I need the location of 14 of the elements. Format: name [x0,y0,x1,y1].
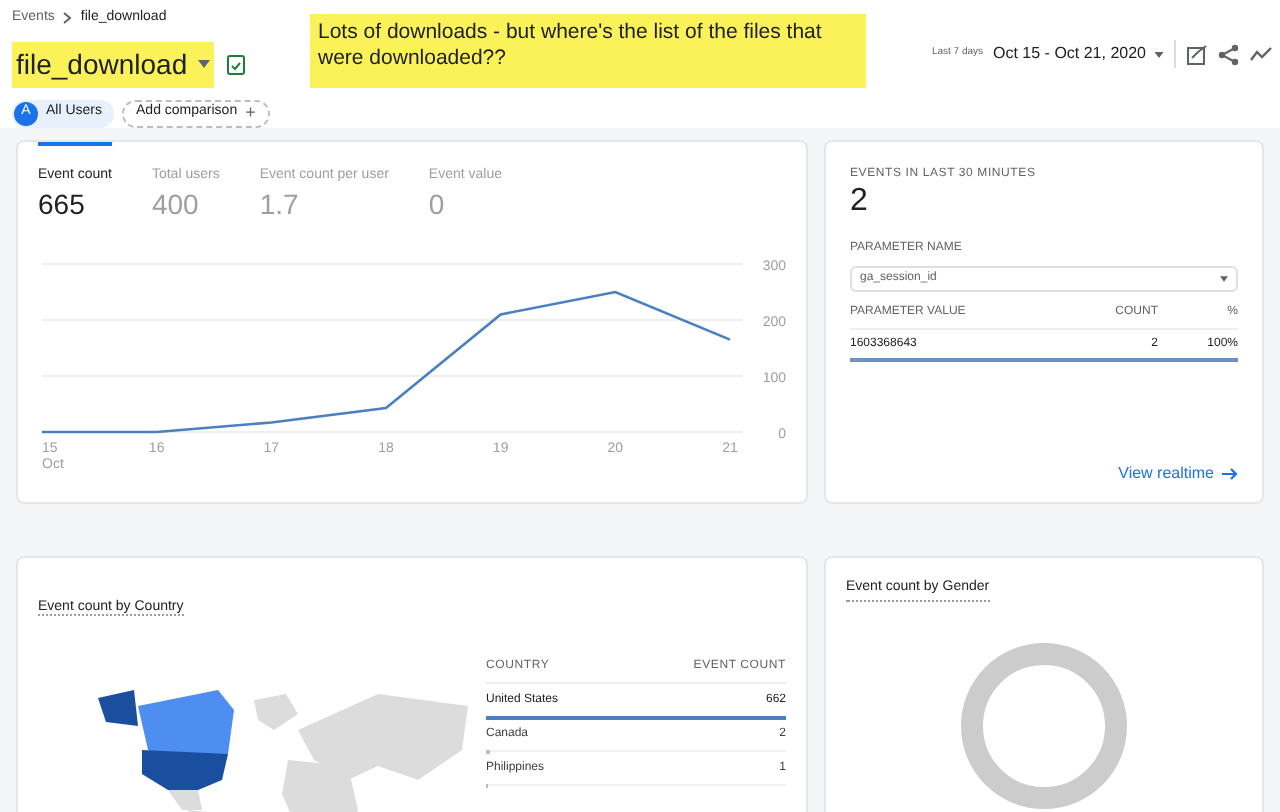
share-icon[interactable] [1218,43,1240,65]
edit-chart-icon[interactable] [1186,43,1208,65]
view-realtime-link[interactable]: View realtime [1118,462,1238,486]
event-name-dropdown[interactable]: file_download [12,41,214,87]
caret-icon [197,60,210,68]
date-range-picker[interactable]: Oct 15 - Oct 21, 2020 [993,42,1164,66]
arrow-right-icon [1222,468,1238,480]
realtime-count: 2 [850,184,870,220]
caret-icon [1154,51,1164,57]
caret-icon [1220,276,1228,282]
annotation-note: Lots of downloads - but where's the list of the files that were downloaded?? [310,14,866,88]
check-document-icon[interactable] [225,53,246,75]
chevron-right-icon [62,12,73,25]
trend-icon[interactable] [1250,43,1272,65]
